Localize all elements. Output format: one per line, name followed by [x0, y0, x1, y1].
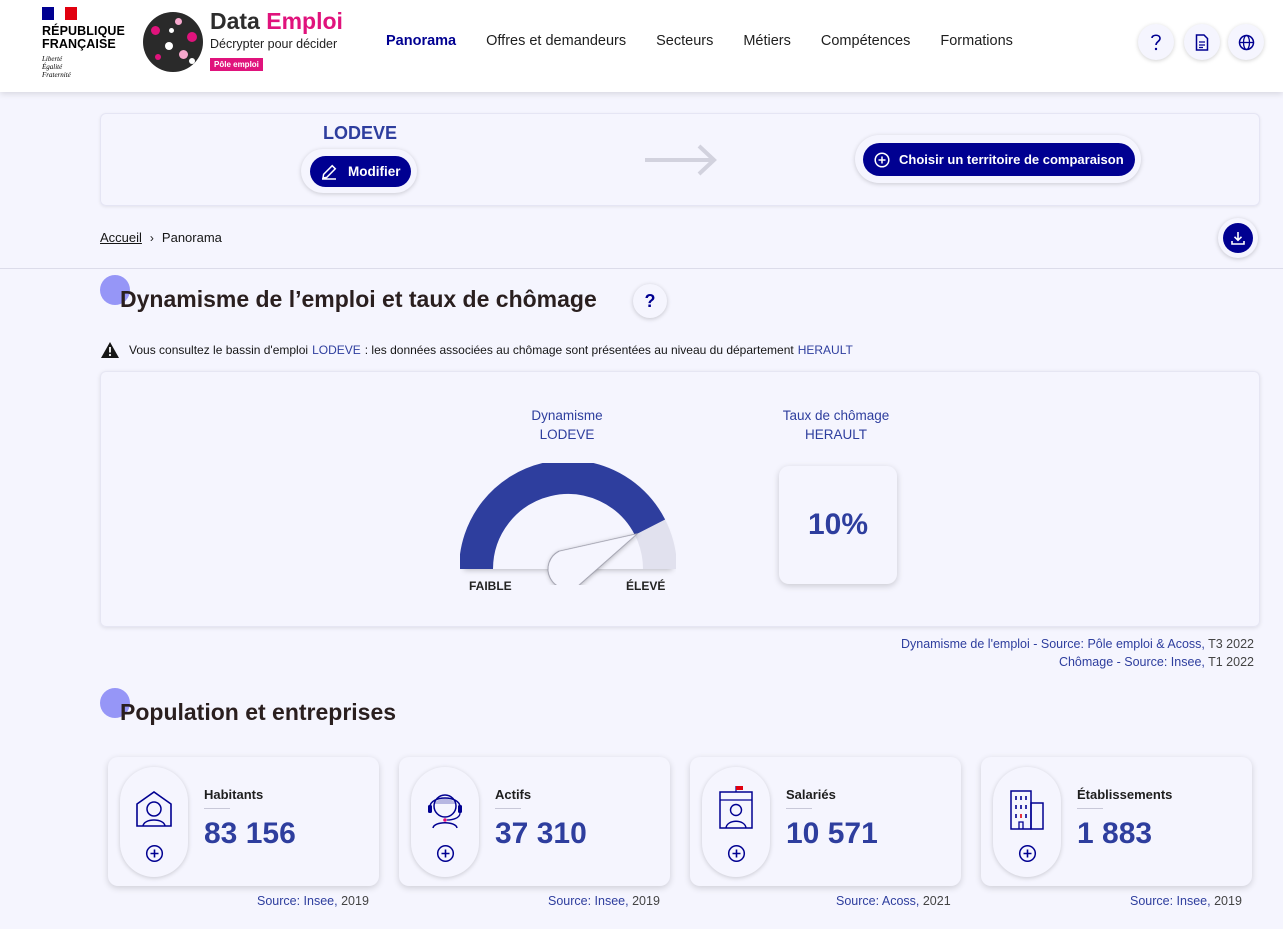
warning-department: HERAULT: [797, 343, 853, 357]
nav-panorama[interactable]: Panorama: [386, 33, 456, 49]
add-circle-icon[interactable]: [145, 844, 164, 863]
dynamism-gauge: [460, 463, 676, 585]
warning-basin: LODEVE: [312, 343, 361, 357]
nav-secteurs[interactable]: Secteurs: [656, 33, 713, 49]
pole-emploi-badge: Pôle emploi: [210, 58, 263, 71]
help-button[interactable]: [1138, 24, 1174, 60]
gauge-label: Dynamisme LODEVE: [531, 408, 603, 442]
add-circle-icon[interactable]: [1018, 844, 1037, 863]
breadcrumb-separator: ›: [149, 230, 154, 245]
stat-source: Source: Insee, 2019: [257, 894, 369, 908]
nav-offres-et-demandeurs[interactable]: Offres et demandeurs: [486, 33, 626, 49]
stat-value: 1 883: [1077, 817, 1153, 850]
stat-card-actifs: Actifs 37 310: [399, 757, 670, 886]
add-circle-icon: [874, 151, 890, 168]
breadcrumb-current: Panorama: [161, 230, 222, 245]
add-circle-icon[interactable]: [436, 844, 455, 863]
arrow-right-icon: [645, 144, 717, 176]
rate-label: Taux de chômage HERAULT: [782, 408, 890, 442]
nav-competences[interactable]: Compétences: [821, 33, 910, 49]
stat-label: Actifs: [495, 787, 532, 802]
globe-icon: [1238, 34, 1254, 50]
stat-card-etablissements: Établissements 1 883: [981, 757, 1252, 886]
stat-value: 37 310: [495, 817, 587, 850]
french-flag-icon: [42, 7, 78, 20]
territory-name: LODEVE: [322, 123, 397, 143]
data-emploi-logo-icon[interactable]: [143, 12, 203, 72]
republique-francaise-logo[interactable]: RÉPUBLIQUE FRANÇAISE Liberté Égalité Fra…: [42, 7, 132, 79]
dynamism-section-title: Dynamisme de l’emploi et taux de chômage: [120, 286, 597, 312]
headset-person-icon: [428, 794, 462, 829]
document-icon: [1195, 33, 1209, 51]
buildings-icon: [1010, 790, 1044, 830]
unemployment-rate-card: 10%: [779, 466, 897, 584]
stat-card-habitants: Habitants 83 156: [108, 757, 379, 886]
download-icon: [1231, 232, 1245, 245]
gauge-low-label: FAIBLE: [469, 579, 512, 593]
stat-label: Établissements: [1077, 787, 1173, 802]
modify-territory-button[interactable]: Modifier: [310, 156, 411, 187]
territory-warning: Vous consultez le bassin d'emploi LODEVE…: [100, 341, 853, 359]
divider: [0, 268, 1283, 269]
breadcrumb-home-link[interactable]: Accueil: [100, 230, 142, 245]
stat-value: 83 156: [204, 817, 296, 850]
dynamism-panel: [100, 371, 1260, 627]
stat-label: Habitants: [204, 787, 264, 802]
building-person-icon: [719, 786, 753, 829]
stat-value: 10 571: [786, 817, 878, 850]
stat-label: Salariés: [786, 787, 836, 802]
site-header: RÉPUBLIQUE FRANÇAISE Liberté Égalité Fra…: [0, 0, 1283, 92]
language-button[interactable]: [1228, 24, 1264, 60]
nav-metiers[interactable]: Métiers: [743, 33, 791, 49]
help-icon: [1151, 34, 1161, 51]
stat-source: Source: Acoss, 2021: [836, 894, 951, 908]
main-nav: Panorama Offres et demandeurs Secteurs M…: [386, 33, 1043, 49]
stat-source: Source: Insee, 2019: [548, 894, 660, 908]
republique-motto: Liberté Égalité Fraternité: [42, 55, 71, 79]
gauge-high-label: ÉLEVÉ: [626, 579, 666, 593]
brand-subtitle: Décrypter pour décider: [210, 37, 338, 51]
brand-title: Data Emploi: [210, 8, 343, 34]
pencil-icon: [322, 164, 337, 180]
house-person-icon: [136, 791, 172, 827]
question-mark-icon: ?: [644, 290, 656, 311]
dynamism-source: Dynamisme de l'emploi - Source: Pôle emp…: [900, 637, 1254, 651]
warning-icon: [101, 342, 119, 358]
download-button[interactable]: [1223, 223, 1253, 253]
population-section-title: Population et entreprises: [120, 699, 397, 725]
dynamism-help-button[interactable]: ?: [633, 284, 667, 318]
breadcrumb: Accueil › Panorama: [100, 230, 222, 245]
stat-source: Source: Insee, 2019: [1130, 894, 1242, 908]
unemployment-rate-value: 10%: [807, 508, 869, 541]
choose-comparison-territory-button[interactable]: Choisir un territoire de comparaison: [863, 143, 1135, 176]
republique-line2: FRANÇAISE: [42, 37, 116, 51]
territory-selector: LODEVE Modifier Choisir un territoire de…: [100, 113, 1260, 206]
document-button[interactable]: [1184, 24, 1220, 60]
unemployment-source: Chômage - Source: Insee, T1 2022: [1058, 655, 1254, 669]
stat-card-salaries: Salariés 10 571: [690, 757, 961, 886]
nav-formations[interactable]: Formations: [940, 33, 1013, 49]
add-circle-icon[interactable]: [727, 844, 746, 863]
